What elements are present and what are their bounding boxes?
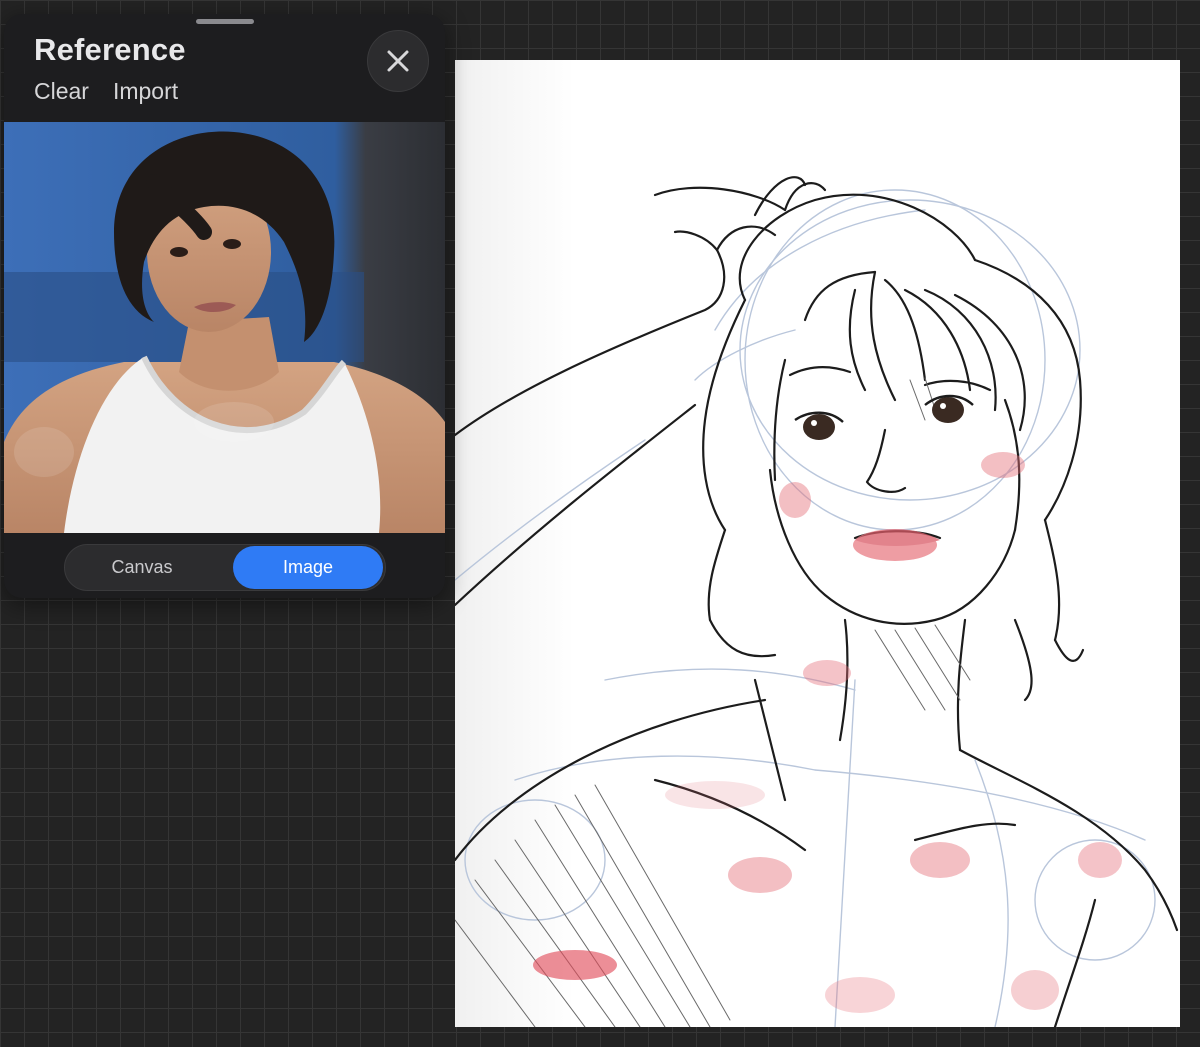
panel-grabber-handle[interactable]: [196, 19, 254, 24]
close-button[interactable]: [367, 30, 429, 92]
reference-title: Reference: [34, 32, 186, 67]
reference-panel[interactable]: Reference Clear Import Canvas Image: [4, 14, 445, 598]
segment-canvas[interactable]: Canvas: [67, 546, 217, 589]
reference-image[interactable]: [4, 122, 445, 533]
drawing-canvas[interactable]: [455, 60, 1180, 1027]
sketch-artwork: [455, 176, 1179, 1027]
reference-photo-illustration: [4, 122, 445, 533]
close-icon: [387, 50, 409, 72]
import-button[interactable]: Import: [113, 78, 178, 105]
segment-image[interactable]: Image: [233, 546, 383, 589]
reference-actions: Clear Import: [34, 78, 178, 105]
clear-button[interactable]: Clear: [34, 78, 89, 105]
kiss-marks: [533, 452, 1122, 1013]
canvas-image-toggle[interactable]: Canvas Image: [64, 544, 386, 591]
